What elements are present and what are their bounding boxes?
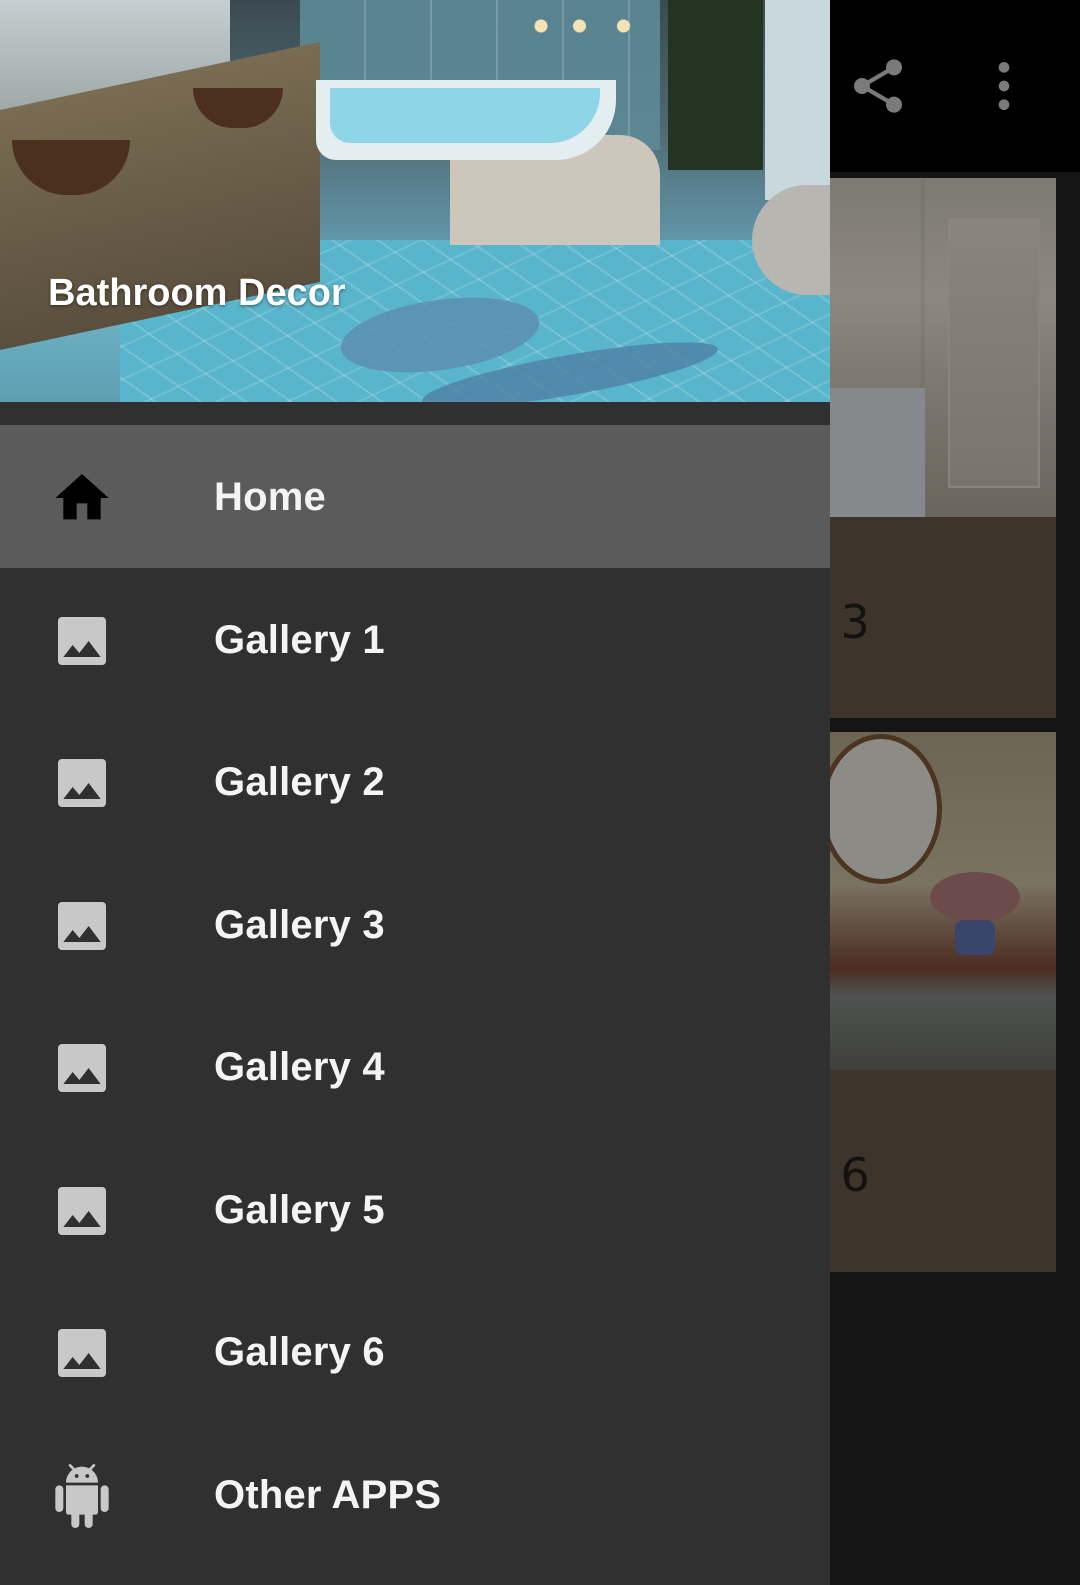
menu-item-label: Gallery 2: [214, 760, 385, 804]
menu-item-gallery-5[interactable]: Gallery 5: [0, 1138, 830, 1281]
header-image-curtain: [765, 0, 830, 200]
image-icon: [50, 894, 114, 958]
image-icon: [50, 609, 114, 673]
header-divider: [0, 402, 830, 425]
menu-item-label: Gallery 3: [214, 902, 385, 947]
gallery-card-title: Gallery 6: [830, 1148, 870, 1202]
navigation-drawer: Bathroom Decor Home Gallery 1 Gallery 2: [0, 0, 830, 1585]
menu-item-label: Gallery 6: [214, 1330, 385, 1374]
menu-item-gallery-6[interactable]: Gallery 6: [0, 1280, 830, 1423]
gallery-card[interactable]: Gallery 3: [830, 178, 1056, 718]
header-image-candles: [530, 14, 640, 38]
image-icon: [50, 1321, 114, 1385]
menu-item-gallery-1[interactable]: Gallery 1: [0, 568, 830, 711]
home-icon: [50, 466, 114, 530]
drawer-menu: Home Gallery 1 Gallery 2 Gallery 3 Galle…: [0, 425, 830, 1565]
android-icon: [50, 1463, 114, 1528]
menu-item-label: Other APPS: [214, 1472, 442, 1517]
image-icon: [50, 751, 114, 815]
gallery-card-title: Gallery 3: [830, 595, 870, 649]
more-vert-icon[interactable]: [972, 54, 1036, 118]
drawer-header: Bathroom Decor: [0, 0, 830, 402]
image-icon: [50, 1036, 114, 1100]
menu-item-label: Gallery 1: [214, 617, 385, 662]
menu-item-gallery-3[interactable]: Gallery 3: [0, 853, 830, 996]
menu-item-other-apps[interactable]: Other APPS: [0, 1423, 830, 1566]
gallery-card[interactable]: Gallery 6: [820, 732, 1056, 1272]
menu-item-gallery-4[interactable]: Gallery 4: [0, 995, 830, 1138]
gallery-grid: Gallery 3 Gallery 6: [820, 172, 1080, 1585]
image-icon: [50, 1179, 114, 1243]
header-image-plants: [668, 0, 763, 170]
menu-item-gallery-2[interactable]: Gallery 2: [0, 710, 830, 853]
gallery-card-caption: Gallery 6: [830, 1070, 1056, 1272]
gallery-card-image: [820, 732, 1056, 1070]
menu-item-home[interactable]: Home: [0, 425, 830, 568]
menu-item-label: Gallery 5: [214, 1187, 385, 1232]
header-image-water: [330, 88, 600, 143]
menu-item-label: Gallery 4: [214, 1045, 385, 1089]
gallery-card-image: [830, 178, 1056, 518]
menu-item-label: Home: [214, 475, 326, 519]
gallery-card-caption: Gallery 3: [830, 517, 1056, 718]
drawer-title: Bathroom Decor: [48, 272, 346, 314]
share-icon[interactable]: [846, 54, 910, 118]
